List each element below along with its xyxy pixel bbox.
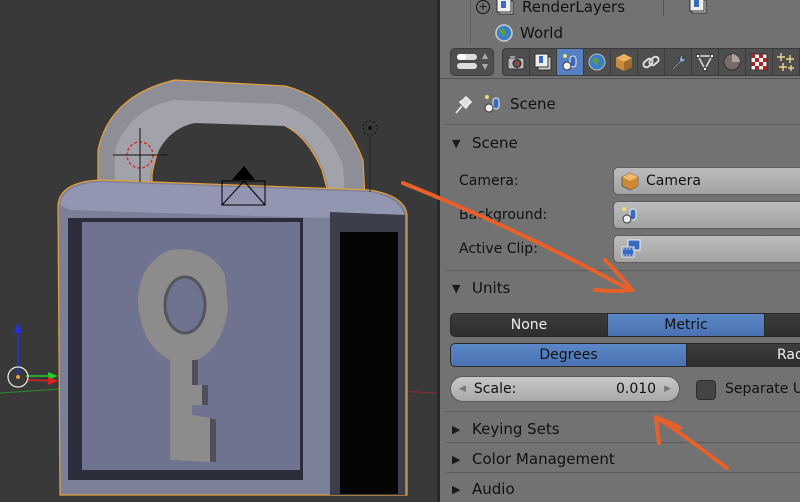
panel-separator [446, 472, 800, 473]
tab-modifiers[interactable] [665, 49, 692, 75]
collapsed-triangle-icon: ▶ [452, 482, 461, 496]
tab-data[interactable] [692, 49, 719, 75]
rotation-degrees[interactable]: Degrees [450, 343, 687, 367]
context-label: Scene [510, 95, 556, 113]
constraint-link-icon [642, 55, 660, 69]
world-icon [588, 53, 606, 71]
panel-title: Color Management [472, 450, 615, 468]
unit-system-metric[interactable]: Metric [607, 313, 765, 337]
outliner-column-separator [663, 0, 665, 16]
outliner-item-world[interactable]: World [494, 22, 563, 44]
increment-arrow-icon[interactable]: ▶ [664, 384, 671, 394]
panel-title: Units [472, 279, 511, 297]
properties-tab-bar [440, 44, 800, 79]
render-layers-icon [496, 0, 514, 15]
scene-icon [562, 54, 577, 71]
tab-object[interactable] [611, 49, 638, 75]
panel-separator [446, 442, 800, 443]
panel-header-audio[interactable]: ▶ Audio [446, 474, 800, 502]
object-cube-icon [621, 172, 639, 191]
scale-number-field[interactable]: ◀ Scale: 0.010 ▶ [450, 376, 680, 402]
wrench-icon [671, 54, 686, 71]
properties-editor-icon [457, 53, 488, 70]
panel-header-scene[interactable]: ▼ Scene [446, 128, 800, 158]
panel-header-units[interactable]: ▼ Units [446, 273, 800, 303]
camera-value: Camera [646, 173, 701, 189]
properties-context-tabs [502, 48, 800, 76]
background-label: Background: [459, 207, 548, 223]
tab-scene[interactable] [557, 49, 584, 75]
scale-label: Scale: [473, 381, 517, 397]
tab-world[interactable] [584, 49, 611, 75]
expanded-triangle-icon: ▼ [452, 136, 461, 150]
scale-value: 0.010 [615, 381, 657, 397]
panel-title: Scene [472, 134, 518, 152]
tab-texture[interactable] [746, 49, 773, 75]
material-sphere-icon [723, 53, 741, 71]
panel-separator [446, 124, 800, 125]
tab-particles[interactable] [773, 49, 800, 75]
tab-material[interactable] [719, 49, 746, 75]
outliner-item-label: RenderLayers [522, 0, 626, 16]
collapsed-triangle-icon: ▶ [452, 452, 461, 466]
key-hole [163, 275, 207, 335]
particles-icon [777, 53, 794, 71]
expanded-triangle-icon: ▼ [452, 281, 461, 295]
rotation-radians-label: Rad [777, 347, 800, 363]
panel-title: Keying Sets [472, 420, 560, 438]
active-clip-field[interactable] [613, 235, 800, 263]
texture-checker-icon [750, 53, 768, 71]
lock-side-shadow [340, 232, 398, 494]
mesh-data-icon [695, 53, 715, 72]
properties-editor: + RenderLayers World Scene ▼ Scene Camer… [440, 0, 800, 502]
decrement-arrow-icon[interactable]: ◀ [459, 384, 466, 394]
camera-label: Camera: [459, 173, 519, 189]
camera-render-icon [507, 56, 525, 70]
outliner: + RenderLayers World [440, 0, 800, 45]
rotation-radians[interactable]: Rad [686, 343, 800, 367]
expand-plus-icon[interactable]: + [476, 0, 490, 14]
active-clip-label: Active Clip: [459, 241, 538, 257]
tab-render-layers[interactable] [530, 49, 557, 75]
panel-separator [446, 270, 800, 271]
camera-field[interactable]: Camera [613, 167, 800, 195]
panel-header-keying-sets[interactable]: ▶ Keying Sets [446, 414, 800, 444]
padlock-model [0, 79, 437, 496]
tab-constraints[interactable] [638, 49, 665, 75]
lamp-object-icon[interactable] [362, 120, 378, 192]
scene-icon [622, 207, 637, 224]
collapsed-triangle-icon: ▶ [452, 422, 461, 436]
separate-units-label: Separate Units [725, 381, 800, 397]
editor-type-selector[interactable] [450, 48, 494, 76]
background-field[interactable] [613, 201, 800, 229]
outliner-item-renderlayers[interactable]: + RenderLayers [476, 0, 710, 18]
render-layers-toggle-icon[interactable] [688, 0, 710, 17]
transform-gizmo-icon[interactable] [7, 322, 58, 388]
panel-title: Audio [472, 480, 515, 498]
panel-separator [446, 411, 800, 412]
world-icon [495, 24, 513, 42]
render-layers-icon [534, 53, 552, 71]
separate-units-checkbox[interactable] [696, 380, 716, 400]
object-cube-icon [616, 54, 632, 71]
pin-icon[interactable] [452, 92, 476, 116]
unit-system-imperial[interactable] [764, 313, 800, 337]
outliner-tree-line [470, 0, 471, 44]
outliner-item-label: World [520, 24, 563, 42]
unit-system-none[interactable]: None [450, 313, 608, 337]
3d-viewport[interactable] [0, 0, 437, 502]
context-breadcrumb: Scene [440, 86, 800, 122]
tab-render[interactable] [503, 49, 530, 75]
movie-clip-icon [621, 239, 641, 258]
scene-icon [484, 95, 500, 113]
panel-header-color-management[interactable]: ▶ Color Management [446, 444, 800, 474]
